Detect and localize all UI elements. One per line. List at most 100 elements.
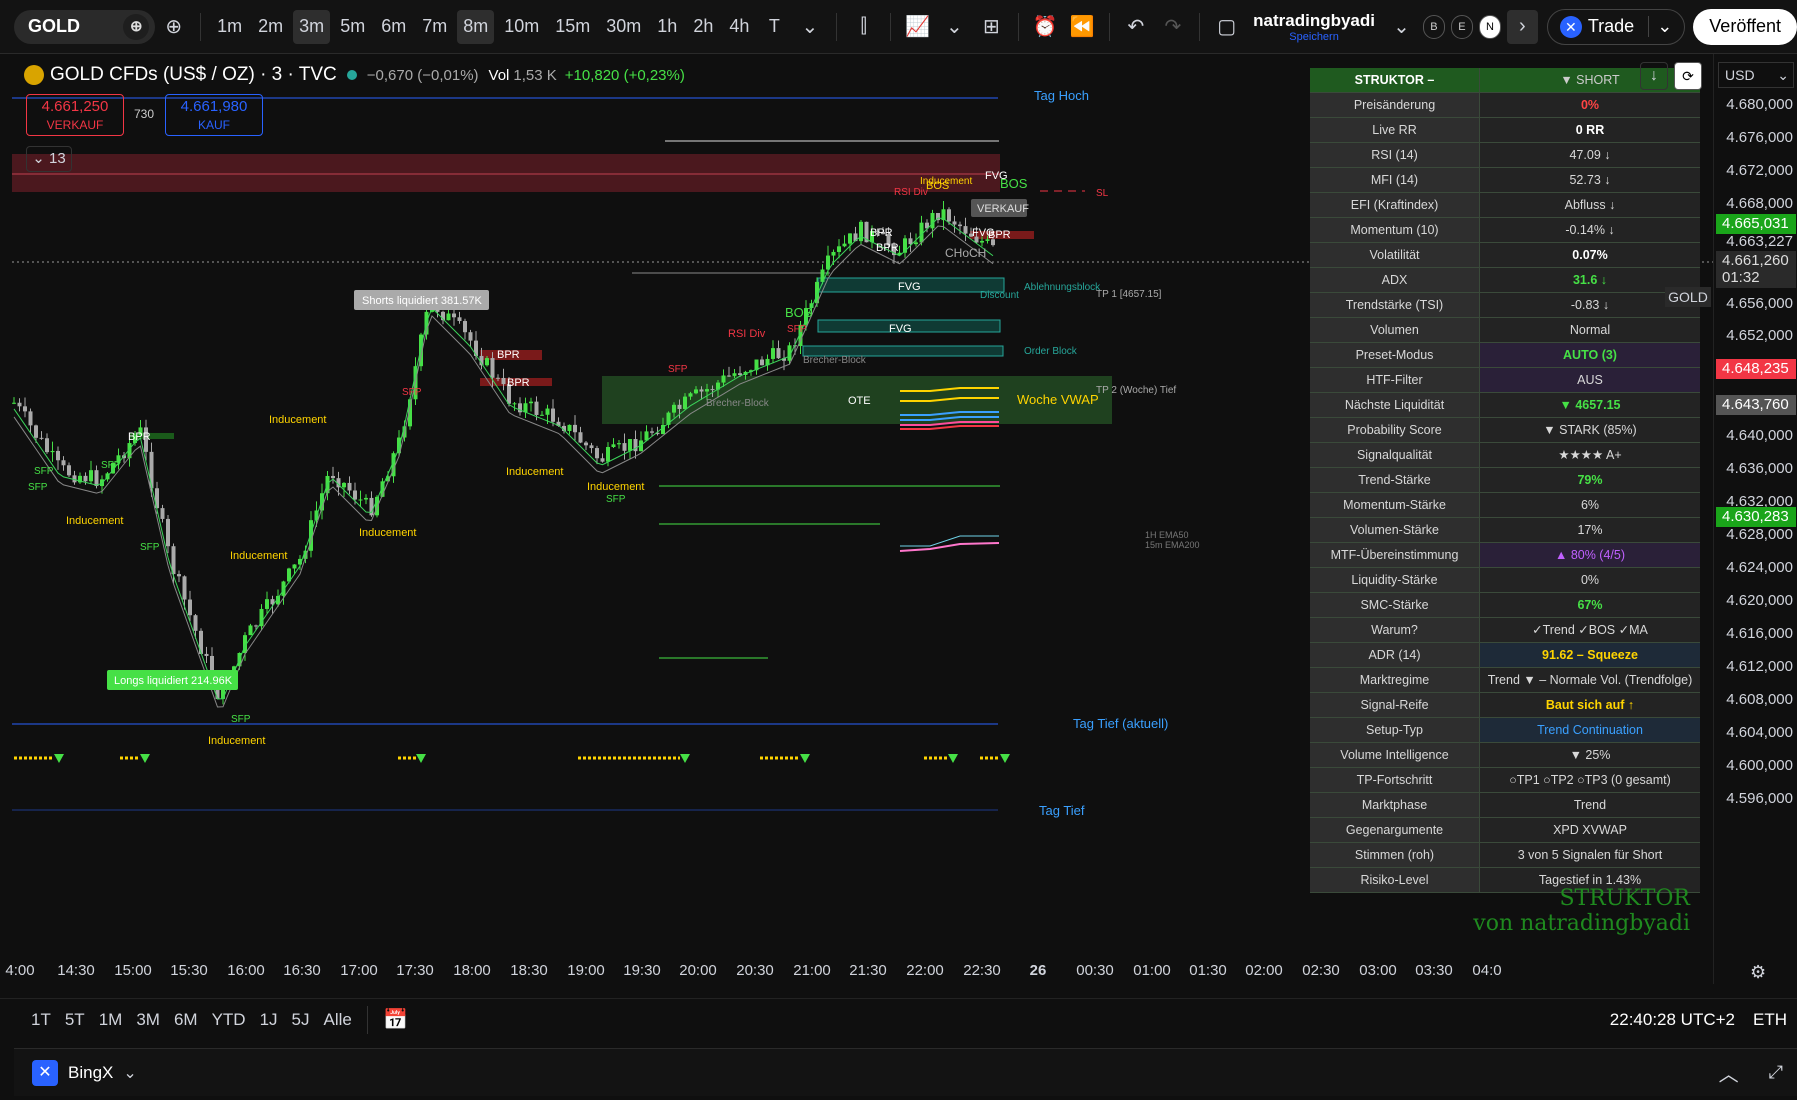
table-value: AUTO (3) — [1480, 343, 1700, 367]
table-row: Signalqualität ★★★★ A+ — [1310, 443, 1700, 468]
chevron-down-icon[interactable]: ⌄ — [123, 1063, 136, 1083]
date-range-icon[interactable]: 📅 — [379, 1003, 413, 1037]
timeframe-15m[interactable]: 15m — [549, 10, 596, 44]
range-1M[interactable]: 1M — [99, 1010, 123, 1030]
layout-name[interactable]: natradingbyadi Speichern — [1253, 11, 1375, 43]
timeframe-6m[interactable]: 6m — [375, 10, 412, 44]
range-1T[interactable]: 1T — [31, 1010, 51, 1030]
time-tick: 22:30 — [963, 962, 1001, 979]
badge-e[interactable]: E — [1450, 14, 1473, 39]
redo-icon[interactable]: ↷ — [1157, 10, 1188, 44]
indicator-change: +10,820 (+0,23%) — [564, 66, 685, 84]
vol-label: Vol — [488, 66, 510, 84]
timeframe-10m[interactable]: 10m — [498, 10, 545, 44]
trade-button[interactable]: ✕ Trade ⌄ — [1546, 8, 1686, 45]
sfp-label: SFP — [606, 494, 626, 505]
range-1J[interactable]: 1J — [260, 1010, 278, 1030]
templates-icon[interactable]: ⊞ — [976, 10, 1007, 44]
badge-n[interactable]: N — [1478, 14, 1501, 39]
candle-body — [248, 625, 253, 636]
candle-body — [45, 438, 49, 453]
timeframe-30m[interactable]: 30m — [600, 10, 647, 44]
indicators-collapse[interactable]: ⌄ 13 — [26, 146, 72, 172]
table-key: Volumen-Stärke — [1310, 518, 1480, 542]
badge-b[interactable]: B — [1422, 14, 1445, 39]
clock[interactable]: 22:40:28 UTC+2 — [1610, 1010, 1735, 1030]
range-3M[interactable]: 3M — [136, 1010, 160, 1030]
price-axis[interactable]: USD ⌄ 4.680,000 4.676,000 4.672,000 4.668,00… — [1713, 54, 1797, 984]
price-tick: 4.636,000 — [1726, 460, 1793, 477]
candle-body — [188, 599, 192, 616]
alert-icon[interactable]: ⏰ — [1030, 10, 1061, 44]
timeframe-T[interactable]: T — [759, 10, 789, 44]
replay-icon[interactable]: ⏪ — [1067, 10, 1098, 44]
tp2-label: TP 2 (Woche) Tief — [1096, 385, 1176, 396]
fullscreen-icon[interactable]: ▢ — [1211, 10, 1242, 44]
symbol-search[interactable]: GOLD ⊕ — [14, 9, 156, 44]
timeframe-2m[interactable]: 2m — [252, 10, 289, 44]
reset-icon[interactable]: ⟳ — [1674, 62, 1702, 90]
publish-button[interactable]: Veröffent — [1693, 8, 1797, 45]
download-icon[interactable]: ↓ — [1640, 62, 1668, 90]
top-toolbar: GOLD ⊕ ⊕ 1m 2m 3m 5m 6m 7m 8m 10m 15m 30m 1h 2h 4h T … — [0, 0, 1797, 54]
indicators-icon[interactable]: 📈 — [902, 10, 933, 44]
time-tick: 03:30 — [1415, 962, 1453, 979]
choch-label: CHoCH — [945, 246, 986, 260]
chevron-up-icon[interactable]: ︿ — [1719, 1058, 1739, 1087]
range-6M[interactable]: 6M — [174, 1010, 198, 1030]
candle-body — [589, 445, 594, 449]
timeframe-4h[interactable]: 4h — [723, 10, 755, 44]
timeframe-7m[interactable]: 7m — [416, 10, 453, 44]
candle-body — [182, 576, 187, 600]
candle-body — [446, 313, 451, 321]
chevron-down-icon: ⌄ — [1777, 67, 1789, 83]
timeframe-1m[interactable]: 1m — [211, 10, 248, 44]
time-axis[interactable]: 4:00 14:30 15:00 15:30 16:00 16:30 17:00 17:30 1… — [0, 956, 1797, 986]
divider — [1017, 12, 1019, 41]
timeframe-8m[interactable]: 8m — [457, 9, 495, 44]
signal-arrow — [680, 754, 690, 763]
chevron-down-icon[interactable]: ⌄ — [794, 10, 825, 44]
candle-body — [529, 401, 533, 404]
timeframe-2h[interactable]: 2h — [687, 10, 719, 44]
currency-select[interactable]: USD ⌄ — [1718, 62, 1794, 88]
candle-body — [485, 358, 489, 366]
brecher-block-label: Brecher-Block — [706, 398, 770, 409]
maximize-icon[interactable]: ⤢ — [1769, 1062, 1783, 1083]
table-key: Trend-Stärke — [1310, 468, 1480, 492]
timeframe-1h[interactable]: 1h — [651, 10, 683, 44]
timeframe-3m[interactable]: 3m — [293, 9, 331, 44]
session-label[interactable]: ETH — [1753, 1010, 1787, 1030]
chevron-right-icon[interactable]: › — [1506, 9, 1538, 44]
range-group: 1T 5T 1M 3M 6M YTD 1J 5J Alle — [24, 1010, 359, 1030]
sfp-label: SFP — [140, 542, 160, 553]
chevron-down-icon[interactable]: ⌄ — [1386, 10, 1417, 44]
add-symbol-icon[interactable]: ⊕ — [158, 10, 189, 44]
ema-slow-line — [13, 225, 994, 708]
range-Alle[interactable]: Alle — [324, 1010, 352, 1030]
price-tick: 4.612,000 — [1726, 658, 1793, 675]
table-key: Probability Score — [1310, 418, 1480, 442]
sell-button[interactable]: 4.661,250 VERKAUF — [26, 94, 124, 136]
undo-icon[interactable]: ↶ — [1120, 10, 1151, 44]
range-YTD[interactable]: YTD — [212, 1010, 246, 1030]
premium-zone — [12, 154, 1000, 192]
range-5J[interactable]: 5J — [292, 1010, 310, 1030]
broker-name[interactable]: BingX — [68, 1063, 113, 1083]
timeframe-5m[interactable]: 5m — [334, 10, 371, 44]
buy-button[interactable]: 4.661,980 KAUF — [165, 94, 263, 136]
divider — [200, 12, 202, 41]
candle-body — [540, 414, 544, 416]
chevron-down-icon[interactable]: ⌄ — [939, 10, 970, 44]
order-block-label: Order Block — [1024, 346, 1078, 357]
range-5T[interactable]: 5T — [65, 1010, 85, 1030]
time-axis-settings-icon[interactable]: ⚙ — [1750, 962, 1766, 983]
chevron-down-icon[interactable]: ⌄ — [1648, 16, 1672, 37]
divider — [366, 1005, 368, 1034]
candles-icon[interactable]: ⫿ — [848, 10, 879, 44]
compare-icon[interactable]: ⊕ — [123, 13, 150, 40]
table-key: Volumen — [1310, 318, 1480, 342]
candle-body — [930, 212, 935, 229]
sell-price: 4.661,250 — [41, 98, 109, 115]
table-row: Volatilität 0.07% — [1310, 243, 1700, 268]
